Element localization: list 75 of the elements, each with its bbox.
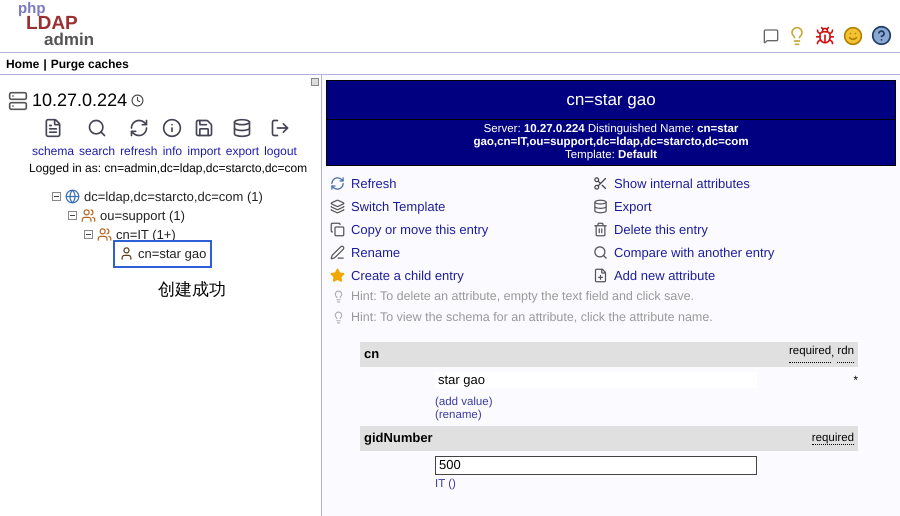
- toolbar-link[interactable]: info: [162, 118, 182, 158]
- lightbulb-icon: [332, 310, 345, 324]
- trash-icon: [593, 222, 608, 237]
- logo[interactable]: php LDAP admin: [8, 0, 94, 47]
- toolbar-link[interactable]: schema: [32, 118, 74, 158]
- tree-item[interactable]: dc=ldap,dc=starcto,dc=com (1): [65, 186, 263, 206]
- document-icon: [43, 118, 64, 138]
- entry-info: Template: Default: [564, 148, 658, 162]
- expand-icon[interactable]: [311, 78, 319, 86]
- stack-icon: [330, 199, 345, 214]
- attribute-flag: required: [788, 345, 832, 363]
- floppy-icon: [194, 118, 214, 138]
- toolbar-link[interactable]: search: [79, 118, 116, 158]
- attribute-link[interactable]: (rename): [435, 408, 482, 420]
- entry-info: Server: 10.27.0.224 Distinguished Name: cn=star gao,cn=IT,ou=support,dc=ldap,dc=starcto,dc=com: [472, 122, 750, 148]
- action-link[interactable]: Export: [614, 196, 652, 216]
- people-icon: [81, 208, 96, 223]
- server-name[interactable]: 10.27.0.224: [32, 87, 128, 114]
- action-link[interactable]: Compare with another entry: [614, 242, 774, 262]
- home-link[interactable]: Home: [6, 54, 40, 72]
- success-message: 创建成功: [157, 279, 227, 301]
- action-link[interactable]: Refresh: [351, 174, 397, 194]
- toolbar-link[interactable]: logout: [264, 118, 297, 158]
- value-field[interactable]: 500: [435, 456, 757, 474]
- action-link[interactable]: Switch Template: [351, 196, 446, 216]
- required-mark: *: [853, 372, 858, 388]
- attribute-link[interactable]: (add value): [435, 396, 493, 408]
- entry-title: cn=star gao: [327, 81, 895, 120]
- lightbulb-icon: [332, 290, 345, 302]
- toolbar-link[interactable]: refresh: [120, 118, 158, 158]
- attribute-name[interactable]: cn: [364, 344, 380, 364]
- purge-caches-link[interactable]: Purge caches: [50, 54, 129, 72]
- collapse-toggle[interactable]: [84, 230, 93, 239]
- logged-in-text: Logged in as: cn=admin,dc=ldap,dc=starcto,dc=com: [28, 160, 308, 177]
- attribute-flag: rdn: [837, 345, 854, 363]
- separator: |: [43, 56, 47, 72]
- people-icon: [97, 227, 112, 242]
- clock-icon: [131, 94, 144, 107]
- person-icon: [119, 246, 134, 261]
- magnifier-icon: [593, 245, 608, 260]
- pencil-icon: [330, 245, 345, 260]
- logout-icon: [270, 118, 290, 138]
- attribute-link[interactable]: IT (): [435, 478, 456, 490]
- value-field[interactable]: star gao: [435, 372, 757, 388]
- info-icon: [162, 118, 182, 138]
- globe-icon: [65, 189, 80, 204]
- refresh-icon: [128, 118, 149, 138]
- bug-icon[interactable]: [815, 26, 835, 46]
- search-icon: [87, 118, 108, 138]
- database-icon: [593, 199, 608, 214]
- scissors-icon: [593, 176, 608, 191]
- collapse-toggle[interactable]: [68, 211, 77, 220]
- smiley-icon[interactable]: [843, 26, 863, 46]
- refresh-icon: [330, 176, 345, 191]
- database-icon: [232, 118, 252, 138]
- toolbar-link[interactable]: import: [187, 118, 221, 158]
- action-link[interactable]: Add new attribute: [614, 266, 716, 286]
- action-link[interactable]: Delete this entry: [614, 220, 708, 240]
- hint-text: Hint: To delete an attribute, empty the text field and click save.: [351, 288, 694, 305]
- tree-item[interactable]: ou=support (1): [81, 206, 185, 226]
- attribute-flag: required: [812, 432, 854, 444]
- file-plus-icon: [593, 268, 608, 283]
- flag-separator: ,: [831, 346, 834, 362]
- action-link[interactable]: Show internal attributes: [614, 174, 750, 194]
- action-link[interactable]: Create a child entry: [351, 266, 464, 286]
- action-link[interactable]: Rename: [351, 242, 400, 262]
- collapse-toggle[interactable]: [52, 192, 61, 201]
- hint-text: Hint: To view the schema for an attribute, click the attribute name.: [351, 308, 713, 326]
- tree-item[interactable]: cn=star gao: [113, 240, 212, 268]
- copy-icon: [330, 222, 345, 237]
- question-icon[interactable]: [871, 25, 892, 46]
- attribute-name[interactable]: gidNumber: [364, 428, 433, 448]
- star-icon: [330, 268, 345, 283]
- toolbar-link[interactable]: export: [226, 118, 260, 158]
- action-link[interactable]: Copy or move this entry: [351, 220, 488, 240]
